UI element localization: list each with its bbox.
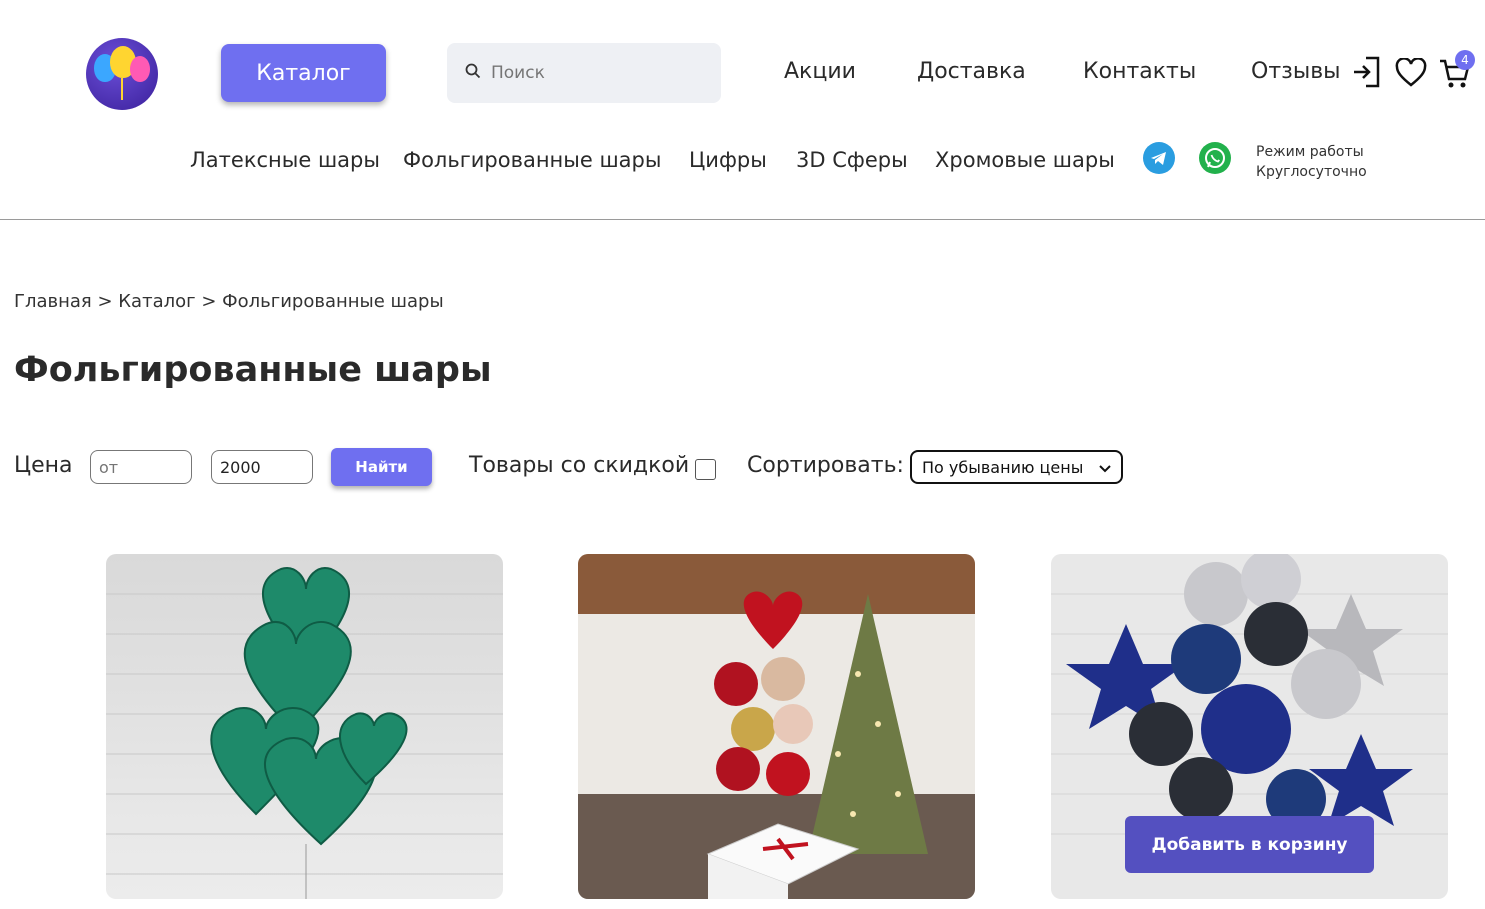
price-from-input[interactable] [90, 450, 192, 484]
product-card[interactable] [578, 554, 975, 899]
working-hours: Режим работы Круглосуточно [1256, 142, 1367, 182]
category-chrome[interactable]: Хромовые шары [935, 148, 1115, 172]
search-input[interactable] [491, 63, 691, 83]
category-foil[interactable]: Фольгированные шары [403, 148, 661, 172]
breadcrumb-catalog[interactable]: Каталог [118, 291, 195, 312]
nav-contacts[interactable]: Контакты [1083, 59, 1196, 84]
hours-label: Режим работы [1256, 144, 1364, 160]
discount-checkbox[interactable] [695, 459, 716, 480]
login-icon[interactable] [1352, 55, 1382, 93]
discount-label: Товары со скидкой [469, 453, 690, 478]
breadcrumb-current: Фольгированные шары [222, 291, 444, 312]
product-image [106, 567, 503, 899]
nav-reviews[interactable]: Отзывы [1251, 59, 1341, 84]
breadcrumb-separator: > [195, 291, 223, 312]
category-latex[interactable]: Латексные шары [190, 148, 380, 172]
nav-delivery[interactable]: Доставка [917, 59, 1026, 84]
chevron-down-icon [1099, 458, 1111, 477]
sort-select[interactable]: По убыванию цены [910, 450, 1123, 484]
search-icon [465, 63, 481, 83]
price-label: Цена [14, 453, 73, 478]
product-image [578, 554, 975, 899]
category-3d-spheres[interactable]: 3D Сферы [796, 148, 908, 172]
balloons-logo[interactable] [86, 38, 158, 110]
catalog-button[interactable]: Каталог [221, 44, 386, 102]
breadcrumb-separator: > [91, 291, 119, 312]
find-button[interactable]: Найти [331, 448, 432, 486]
sort-value: По убыванию цены [922, 457, 1084, 477]
whatsapp-icon[interactable] [1199, 142, 1231, 174]
search-box[interactable] [447, 43, 721, 103]
site-header: Каталог Акции Доставка Контакты Отзывы 4… [0, 0, 1485, 220]
breadcrumb: Главная > Каталог > Фольгированные шары [14, 291, 444, 312]
breadcrumb-home[interactable]: Главная [14, 291, 92, 312]
hours-value: Круглосуточно [1256, 164, 1367, 180]
heart-icon[interactable] [1395, 57, 1427, 92]
sort-label: Сортировать: [747, 453, 904, 478]
add-to-cart-button[interactable]: Добавить в корзину [1125, 816, 1374, 873]
telegram-icon[interactable] [1143, 142, 1175, 174]
page-title: Фольгированные шары [14, 350, 492, 390]
price-to-input[interactable] [211, 450, 313, 484]
category-numbers[interactable]: Цифры [689, 148, 767, 172]
nav-promotions[interactable]: Акции [784, 59, 856, 84]
filter-bar: Цена Найти Товары со скидкой Сортировать… [14, 448, 1214, 486]
product-card[interactable] [106, 554, 503, 899]
cart-count-badge: 4 [1455, 50, 1475, 70]
